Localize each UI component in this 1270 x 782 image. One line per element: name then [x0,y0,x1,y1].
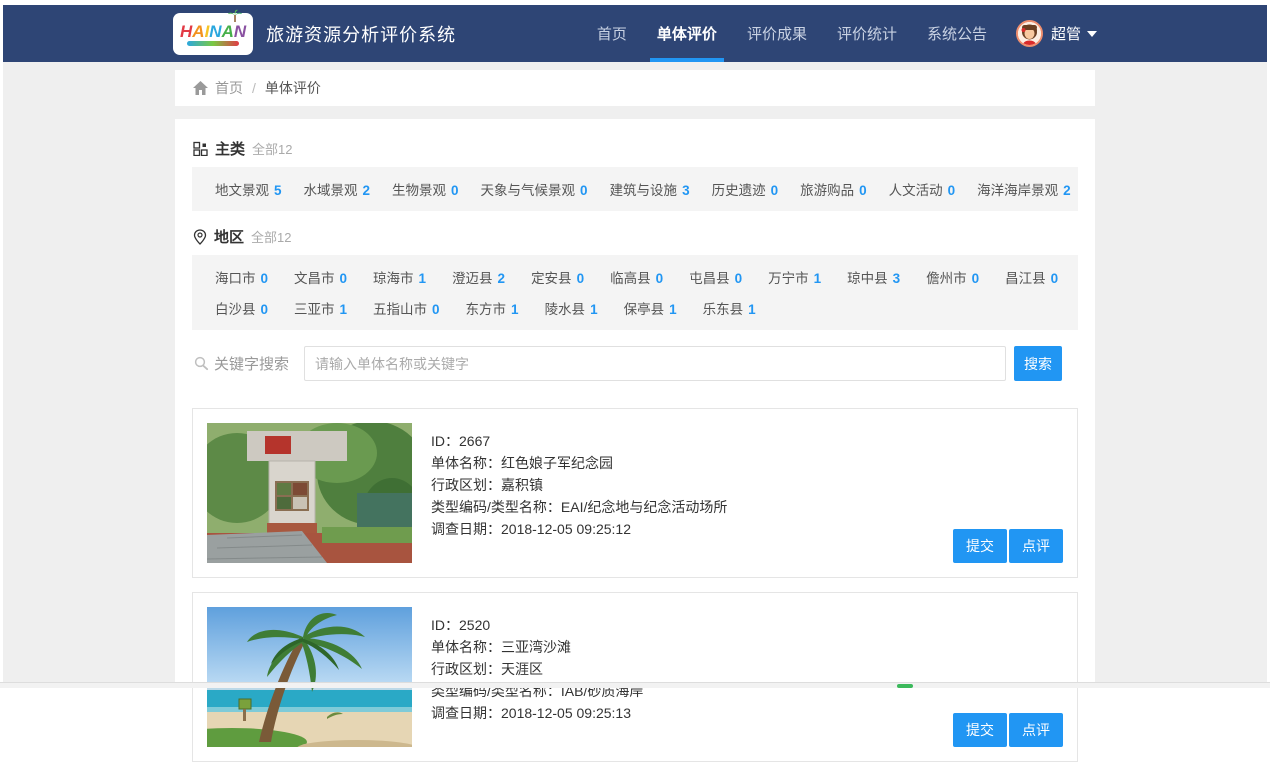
category-filter-total[interactable]: 全部12 [252,139,292,158]
region-link[interactable]: 澄迈县2 [452,267,505,287]
category-link[interactable]: 水域景观2 [304,179,371,199]
submit-button[interactable]: 提交 [953,529,1007,563]
nav-item-evaluation-results[interactable]: 评价成果 [732,5,822,62]
category-filter-header: 主类 全部12 [192,129,1078,167]
region-link[interactable]: 儋州市0 [926,267,979,287]
region-link[interactable]: 白沙县0 [215,298,268,318]
comment-button[interactable]: 点评 [1009,529,1063,563]
top-navbar: HAINAN 旅游资源分析评价系统 首页 单体评价 评价成果 评价统计 [3,5,1267,62]
search-button[interactable]: 搜索 [1014,346,1062,381]
palm-tree-icon [227,9,243,23]
result-actions: 提交 点评 [951,713,1063,747]
result-district: 行政区划：天涯区 [431,658,1063,680]
region-filter-total[interactable]: 全部12 [251,227,291,246]
user-avatar[interactable] [1016,20,1043,47]
location-pin-icon [193,229,207,245]
horizontal-scrollbar[interactable] [0,682,1270,688]
hainan-logo[interactable]: HAINAN [173,13,253,55]
chevron-down-icon [1087,31,1097,37]
category-link[interactable]: 历史遗迹0 [712,179,779,199]
region-link[interactable]: 三亚市1 [294,298,347,318]
category-link[interactable]: 旅游购品0 [800,179,867,199]
user-name: 超管 [1051,23,1081,44]
region-filter-title: 地区 [214,226,244,247]
region-link[interactable]: 陵水县1 [545,298,598,318]
region-link[interactable]: 乐东县1 [703,298,756,318]
comment-button[interactable]: 点评 [1009,713,1063,747]
submit-button[interactable]: 提交 [953,713,1007,747]
logo-text: HAINAN [180,24,246,39]
result-id: ID：2667 [431,430,1063,452]
search-icon [194,356,209,371]
scroll-indicator [897,684,913,688]
nav-item-system-announcement[interactable]: 系统公告 [912,5,1002,62]
user-menu[interactable]: 超管 [1016,20,1097,47]
breadcrumb-separator: / [252,80,256,96]
result-district: 行政区划：嘉积镇 [431,474,1063,496]
region-link[interactable]: 琼海市1 [373,267,426,287]
category-link[interactable]: 地文景观5 [215,179,282,199]
search-input[interactable] [304,346,1006,381]
app-title: 旅游资源分析评价系统 [266,21,456,47]
nav-item-single-evaluation[interactable]: 单体评价 [642,5,732,62]
nav-item-home[interactable]: 首页 [582,5,642,62]
region-link[interactable]: 保亭县1 [624,298,677,318]
region-link[interactable]: 定安县0 [531,267,584,287]
main-nav: 首页 单体评价 评价成果 评价统计 系统公告 [582,5,1097,62]
region-link[interactable]: 万宁市1 [768,267,821,287]
region-link[interactable]: 琼中县3 [847,267,900,287]
category-icon [193,141,208,156]
category-filter-title: 主类 [215,138,245,159]
logo-wave [187,41,239,46]
category-link[interactable]: 天象与气候景观0 [481,179,588,199]
category-filter-strip: 地文景观5 水域景观2 生物景观0 天象与气候景观0 建筑与设施3 历史遗迹0 … [192,167,1078,211]
region-link[interactable]: 昌江县0 [1005,267,1058,287]
category-link[interactable]: 建筑与设施3 [610,179,690,199]
result-name: 单体名称：三亚湾沙滩 [431,636,1063,658]
region-link[interactable]: 文昌市0 [294,267,347,287]
keyword-search-row: 关键字搜索 搜索 [192,346,1078,381]
result-actions: 提交 点评 [951,529,1063,563]
category-link[interactable]: 人文活动0 [889,179,956,199]
home-icon [193,81,208,95]
result-info: ID：2667 单体名称：红色娘子军纪念园 行政区划：嘉积镇 类型编码/类型名称… [431,423,1063,563]
region-link[interactable]: 东方市1 [466,298,519,318]
category-link[interactable]: 生物景观0 [392,179,459,199]
nav-item-evaluation-statistics[interactable]: 评价统计 [822,5,912,62]
result-info: ID：2520 单体名称：三亚湾沙滩 行政区划：天涯区 类型编码/类型名称：IA… [431,607,1063,747]
result-thumbnail-beach [207,607,412,747]
page-frame: HAINAN 旅游资源分析评价系统 首页 单体评价 评价成果 评价统计 [0,0,1270,688]
breadcrumb: 首页 / 单体评价 [175,70,1095,106]
result-card: ID：2667 单体名称：红色娘子军纪念园 行政区划：嘉积镇 类型编码/类型名称… [192,408,1078,578]
region-link[interactable]: 五指山市0 [373,298,440,318]
result-thumbnail-memorial [207,423,412,563]
active-tab-underline [650,58,724,62]
category-link[interactable]: 海洋海岸景观2 [977,179,1071,199]
result-id: ID：2520 [431,614,1063,636]
region-link[interactable]: 临高县0 [610,267,663,287]
breadcrumb-home-link[interactable]: 首页 [215,78,243,98]
result-type: 类型编码/类型名称：EAI/纪念地与纪念活动场所 [431,496,1063,518]
result-card: ID：2520 单体名称：三亚湾沙滩 行政区划：天涯区 类型编码/类型名称：IA… [192,592,1078,762]
result-name: 单体名称：红色娘子军纪念园 [431,452,1063,474]
region-filter-header: 地区 全部12 [192,217,1078,255]
keyword-search-label: 关键字搜索 [194,353,289,374]
breadcrumb-current: 单体评价 [265,78,321,98]
region-link[interactable]: 屯昌县0 [689,267,742,287]
region-link[interactable]: 海口市0 [215,267,268,287]
region-filter-strip: 海口市0 文昌市0 琼海市1 澄迈县2 定安县0 临高县0 屯昌县0 万宁市1 … [192,255,1078,330]
page-content: 首页 / 单体评价 主类 全部12 [3,62,1267,688]
